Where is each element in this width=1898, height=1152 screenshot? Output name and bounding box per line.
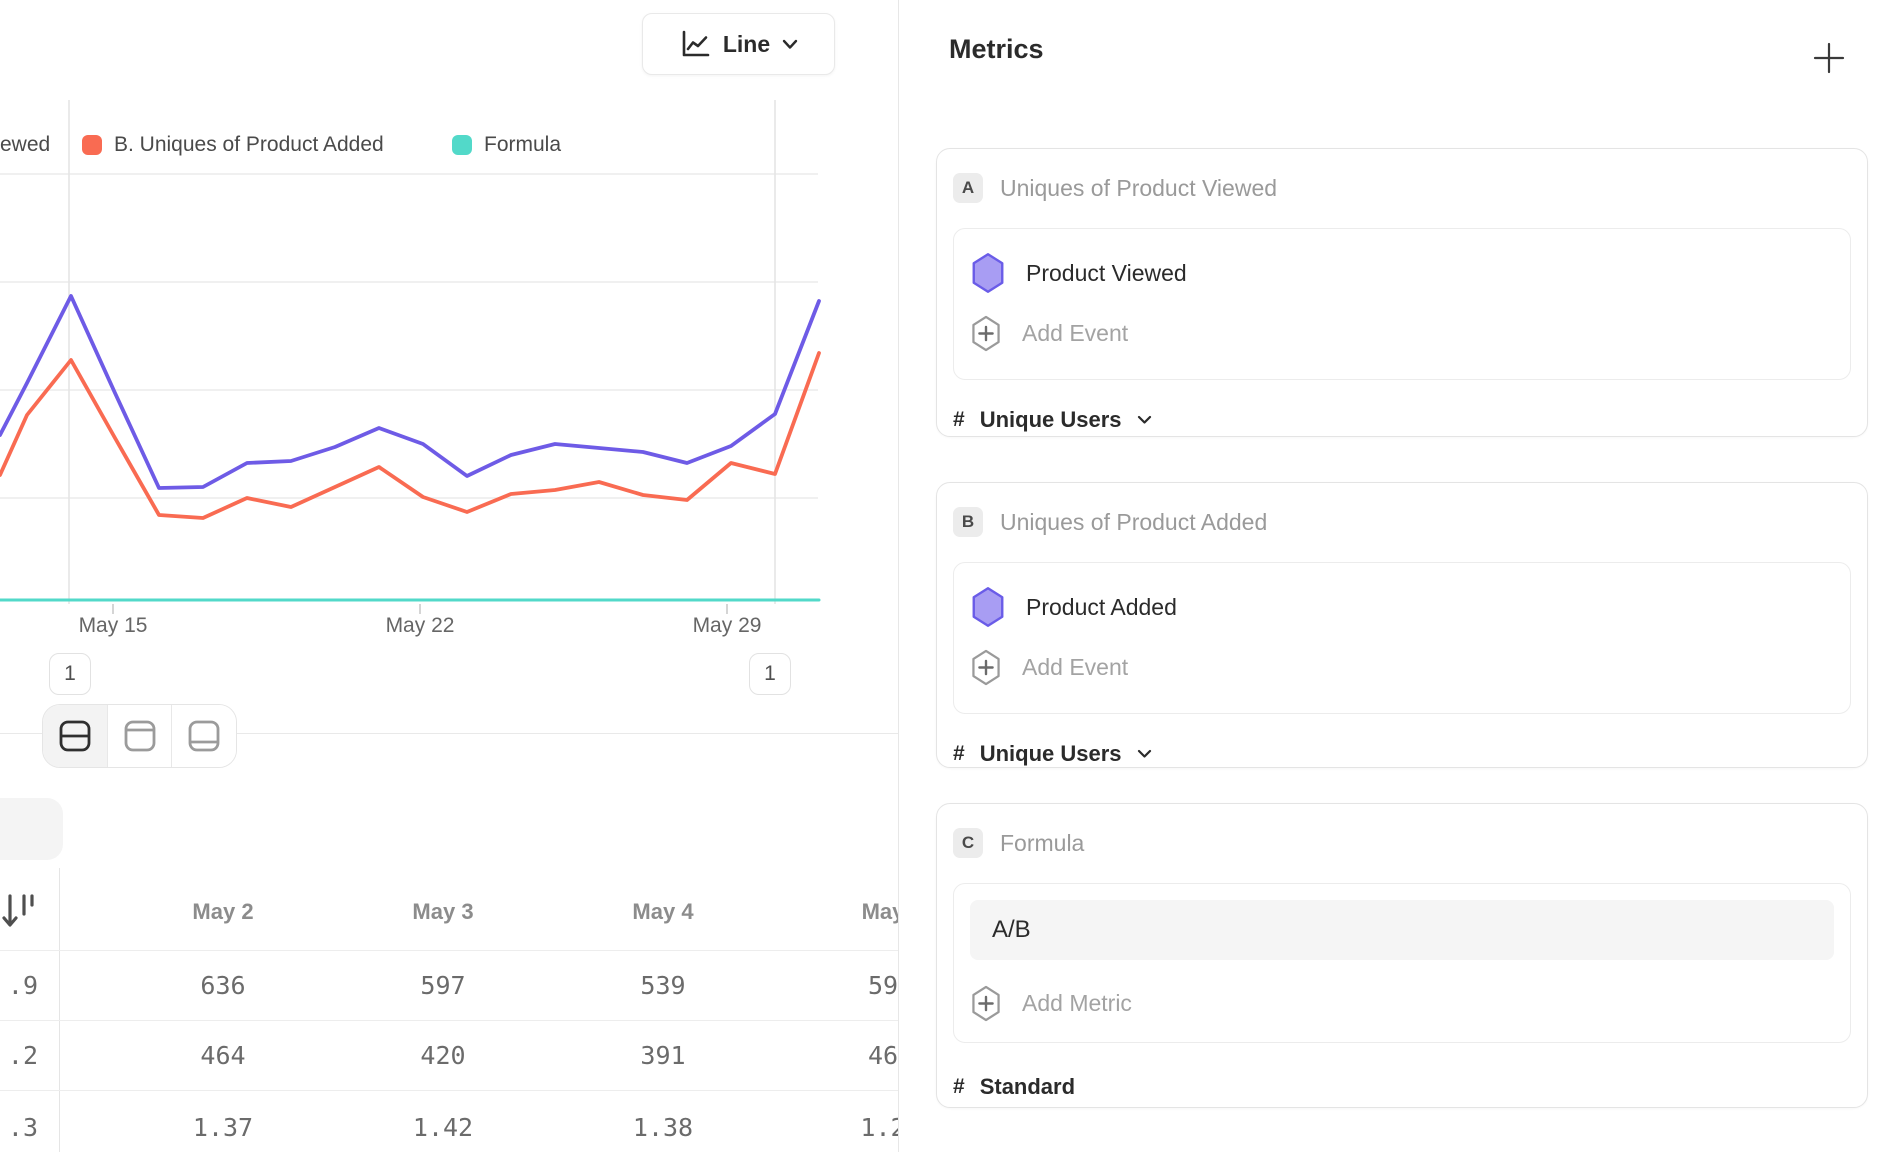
chart-series-lines <box>0 296 819 600</box>
formula-box: A/B Add Metric <box>953 883 1851 1043</box>
aggregation-dropdown[interactable]: # Unique Users <box>953 741 1851 767</box>
event-name: Product Added <box>1026 594 1177 621</box>
layout-toggle-group <box>42 704 237 768</box>
table-cell: 597 <box>363 971 523 1000</box>
metric-letter-badge: C <box>953 828 983 858</box>
metrics-panel: Metrics A Uniques of Product Viewed Prod… <box>898 0 1898 1152</box>
formula-input[interactable]: A/B <box>970 900 1834 960</box>
layout-toggle-chart-only[interactable] <box>107 705 172 767</box>
line-chart-icon <box>679 28 711 60</box>
x-axis-label: May 22 <box>360 614 480 638</box>
metric-card-formula: C Formula A/B Add Metric # Standard <box>936 803 1868 1108</box>
table-cell: 464 <box>143 1041 303 1070</box>
frozen-cell: .3 <box>0 1113 38 1142</box>
aggregation-dropdown[interactable]: # Unique Users <box>953 407 1851 433</box>
panel-bottom-icon <box>187 719 221 753</box>
add-metric-plus-button[interactable] <box>1809 38 1849 78</box>
legend-item-formula[interactable]: Formula <box>452 131 561 159</box>
row-separator <box>0 1090 898 1091</box>
layout-toggle-split[interactable] <box>43 705 107 767</box>
annotation-badge[interactable]: 1 <box>49 653 91 695</box>
table-cell: 636 <box>143 971 303 1000</box>
plus-icon <box>1811 40 1847 76</box>
hash-icon: # <box>953 408 965 432</box>
metric-card-header: A Uniques of Product Viewed <box>953 173 1851 203</box>
chart-type-button[interactable]: Line <box>642 13 835 75</box>
metric-letter-badge: B <box>953 507 983 537</box>
aggregation-label: Unique Users <box>980 407 1122 433</box>
column-header-may5[interactable]: May <box>803 899 898 925</box>
add-metric-label: Add Metric <box>1022 990 1132 1017</box>
metrics-panel-title: Metrics <box>949 34 1044 65</box>
frozen-cell: .9 <box>0 971 38 1000</box>
x-axis-label: May 29 <box>667 614 787 638</box>
annotation-badge[interactable]: 1 <box>749 653 791 695</box>
panel-top-icon <box>123 719 157 753</box>
column-header-may4[interactable]: May 4 <box>583 899 743 925</box>
aggregation-label: Unique Users <box>980 741 1122 767</box>
event-name: Product Viewed <box>1026 260 1187 287</box>
legend-item-added[interactable]: B. Uniques of Product Added <box>82 131 384 159</box>
table-cell: 1.2 <box>803 1113 898 1142</box>
legend-item-viewed[interactable]: ewed <box>0 131 50 159</box>
add-event-button[interactable]: Add Event <box>970 648 1834 686</box>
table-cell: 539 <box>583 971 743 1000</box>
legend-label: ewed <box>0 133 50 157</box>
legend-label: B. Uniques of Product Added <box>114 133 384 157</box>
legend-swatch <box>452 135 472 155</box>
hash-icon: # <box>953 742 965 766</box>
metric-card-title: Uniques of Product Added <box>1000 509 1267 536</box>
chevron-down-icon <box>1137 749 1152 759</box>
sort-descending-icon[interactable] <box>0 893 36 931</box>
chevron-down-icon <box>782 39 798 50</box>
line-chart-canvas[interactable] <box>0 0 898 650</box>
event-box: Product Added Add Event <box>953 562 1851 714</box>
event-box: Product Viewed Add Event <box>953 228 1851 380</box>
row-separator <box>0 950 898 951</box>
add-event-button[interactable]: Add Event <box>970 314 1834 352</box>
table-tab-pill[interactable] <box>0 798 63 860</box>
event-selector[interactable]: Product Viewed <box>970 252 1834 294</box>
hexagon-plus-icon <box>970 985 1002 1022</box>
event-hexagon-icon <box>970 252 1006 294</box>
table-cell: 1.38 <box>583 1113 743 1142</box>
chevron-down-icon <box>1137 415 1152 425</box>
metric-card-title: Formula <box>1000 830 1084 857</box>
table-cell: 391 <box>583 1041 743 1070</box>
legend-label: Formula <box>484 133 561 157</box>
formula-type-label: Standard <box>980 1074 1075 1100</box>
layout-toggle-table-only[interactable] <box>171 705 236 767</box>
hexagon-plus-icon <box>970 315 1002 352</box>
metric-card-title: Uniques of Product Viewed <box>1000 175 1277 202</box>
table-cell: 1.37 <box>143 1113 303 1142</box>
add-metric-button[interactable]: Add Metric <box>970 984 1834 1022</box>
hexagon-plus-icon <box>970 649 1002 686</box>
event-hexagon-icon <box>970 586 1006 628</box>
table-cell: 420 <box>363 1041 523 1070</box>
add-event-label: Add Event <box>1022 320 1128 347</box>
metric-card-header: B Uniques of Product Added <box>953 507 1851 537</box>
x-axis-label: May 15 <box>53 614 173 638</box>
frozen-column-divider <box>59 868 60 1152</box>
table-cell: 59 <box>803 971 898 1000</box>
metric-letter-badge: A <box>953 173 983 203</box>
row-separator <box>0 1020 898 1021</box>
chart-type-label: Line <box>723 31 770 58</box>
column-header-may3[interactable]: May 3 <box>363 899 523 925</box>
event-selector[interactable]: Product Added <box>970 586 1834 628</box>
table-cell: 1.42 <box>363 1113 523 1142</box>
column-header-may2[interactable]: May 2 <box>143 899 303 925</box>
legend-swatch <box>82 135 102 155</box>
metric-card-header: C Formula <box>953 828 1851 858</box>
table-cell: 46 <box>803 1041 898 1070</box>
metric-card-b: B Uniques of Product Added Product Added… <box>936 482 1868 768</box>
add-event-label: Add Event <box>1022 654 1128 681</box>
split-horizontal-icon <box>58 719 92 753</box>
hash-icon: # <box>953 1075 965 1099</box>
metric-card-a: A Uniques of Product Viewed Product View… <box>936 148 1868 437</box>
formula-type-dropdown[interactable]: # Standard <box>953 1074 1851 1100</box>
chart-section: Line ewed B. Uniques of Product Added Fo… <box>0 0 898 1152</box>
frozen-cell: .2 <box>0 1041 38 1070</box>
